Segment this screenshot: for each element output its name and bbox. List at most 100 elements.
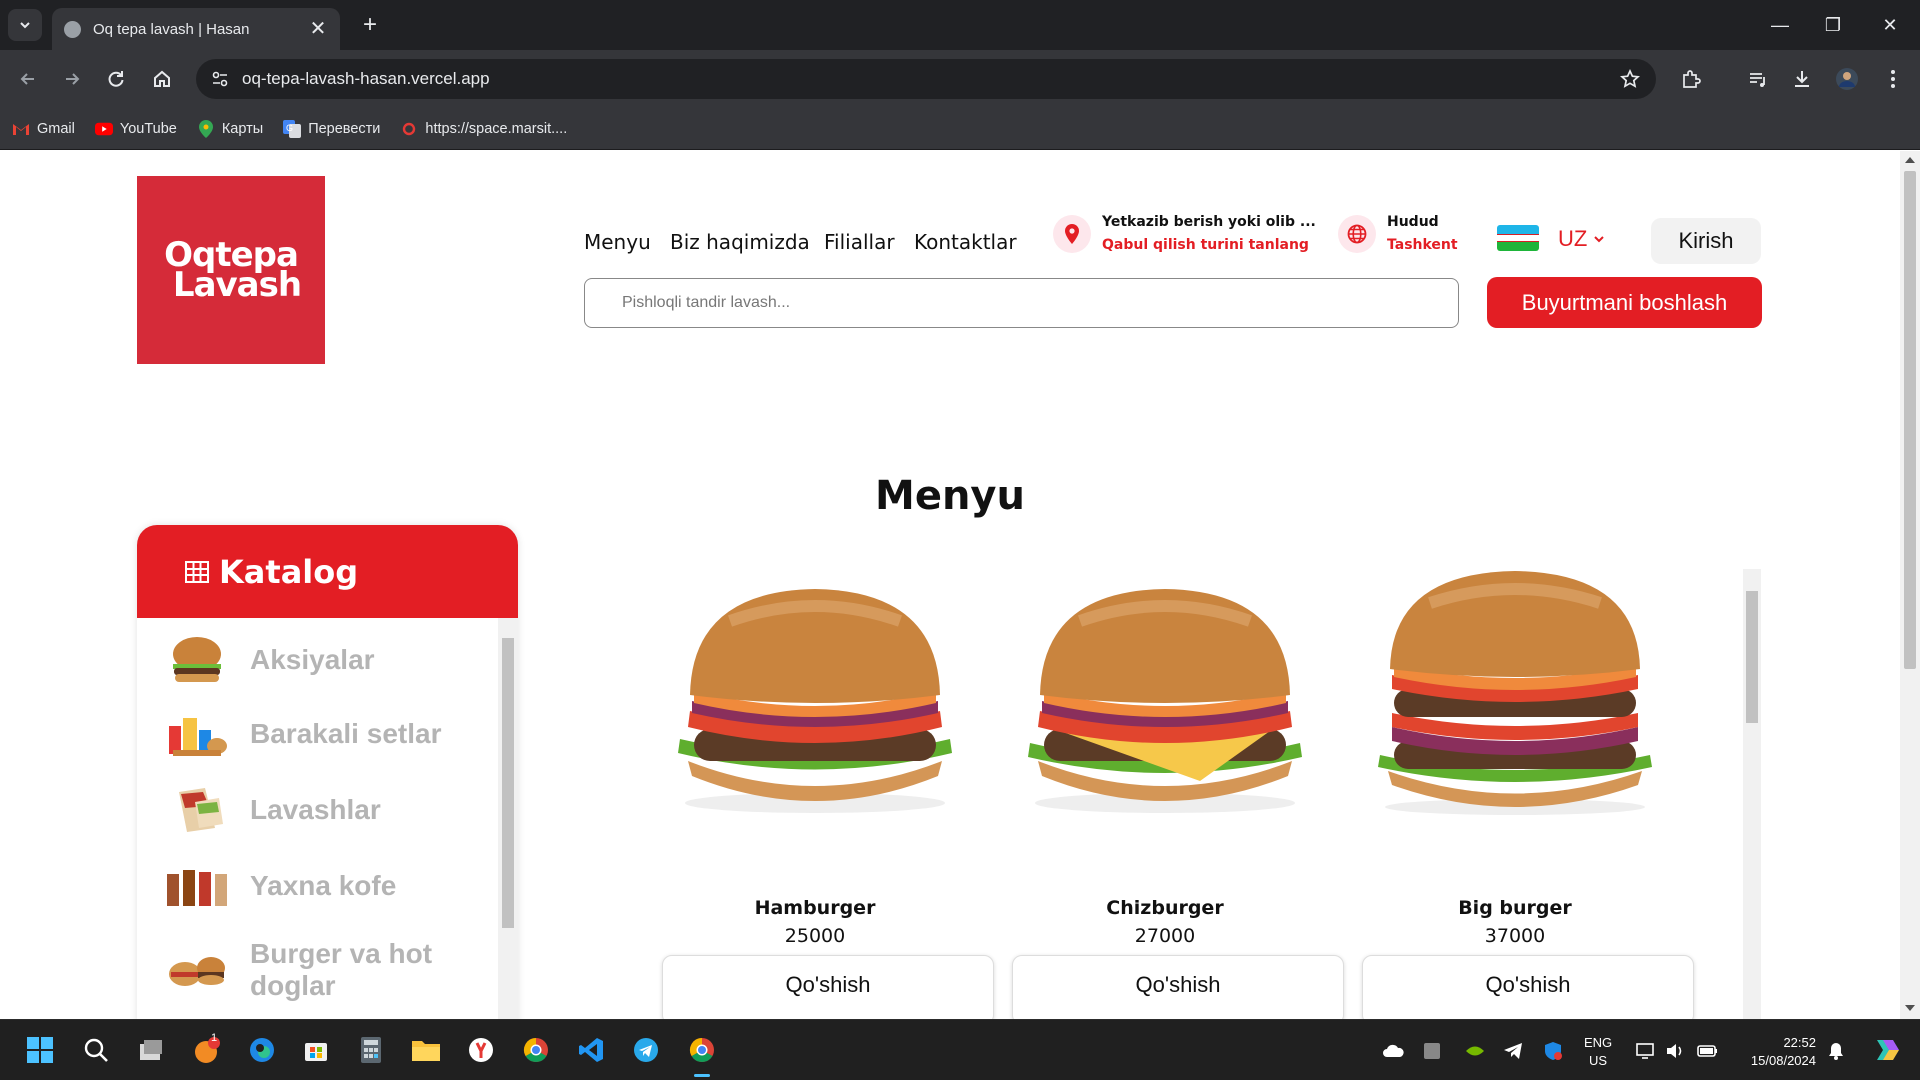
catalog-item-lavashlar[interactable]: Lavashlar <box>137 782 498 838</box>
chrome-button[interactable] <box>520 1034 552 1066</box>
catalog-item-aksiyalar[interactable]: Aksiyalar <box>137 632 498 688</box>
catalog-list: Aksiyalar Barakali setlar Lavashlar Yaxn… <box>137 618 498 1019</box>
address-bar[interactable]: oq-tepa-lavash-hasan.vercel.app <box>196 59 1656 99</box>
catalog-item-label: Burger va hot doglar <box>250 938 433 1001</box>
calculator-icon <box>361 1037 381 1063</box>
catalog-item-label: Aksiyalar <box>250 644 375 675</box>
browser-toolbar: oq-tepa-lavash-hasan.vercel.app <box>0 50 1920 108</box>
file-explorer-button[interactable] <box>410 1034 442 1066</box>
bookmark-marsit[interactable]: https://space.marsit.... <box>400 120 567 138</box>
onedrive-icon[interactable] <box>1382 1041 1404 1061</box>
browser-tab[interactable]: Oq tepa lavash | Hasan ✕ <box>52 8 340 50</box>
globe-icon <box>1338 214 1376 253</box>
page-scrollbar[interactable] <box>1900 151 1920 1019</box>
uzbekistan-flag-icon <box>1497 225 1539 251</box>
tab-search-button[interactable] <box>8 9 42 41</box>
store-icon <box>305 1043 327 1061</box>
bookmark-maps[interactable]: Карты <box>197 119 263 138</box>
back-button[interactable] <box>12 63 44 95</box>
input-language-indicator[interactable]: ENG US <box>1584 1034 1612 1070</box>
login-button[interactable]: Kirish <box>1651 218 1761 264</box>
catalog-item-barakali-setlar[interactable]: Barakali setlar <box>137 706 498 762</box>
system-clock[interactable]: 22:52 15/08/2024 <box>1736 1034 1816 1070</box>
product-scrollbar[interactable] <box>1743 569 1761 1019</box>
region-subtitle: Tashkent <box>1387 237 1458 253</box>
region-selector[interactable]: Hudud Tashkent <box>1338 214 1458 253</box>
product-price: 37000 <box>1484 925 1546 947</box>
nvidia-icon[interactable] <box>1464 1041 1486 1061</box>
catalog-item-yaxna-kofe[interactable]: Yaxna kofe <box>137 858 498 914</box>
profile-avatar-icon[interactable] <box>1833 65 1861 93</box>
minimize-button[interactable]: — <box>1760 12 1800 38</box>
logo-text-line2: Lavash <box>172 265 302 305</box>
yandex-button[interactable] <box>465 1034 497 1066</box>
store-button[interactable] <box>300 1034 332 1066</box>
catalog-scrollbar-thumb[interactable] <box>502 638 514 928</box>
download-icon[interactable] <box>1788 65 1816 93</box>
copilot-icon[interactable] <box>1870 1035 1902 1065</box>
add-to-cart-button[interactable]: Qo'shish <box>662 955 994 1019</box>
restore-button[interactable]: ❐ <box>1813 12 1853 38</box>
chevron-down-icon <box>1594 236 1605 243</box>
product-price: 27000 <box>1134 925 1196 947</box>
app-notifications-button[interactable]: 1 <box>191 1032 223 1066</box>
notification-bell-icon[interactable] <box>1825 1041 1847 1061</box>
delivery-selector[interactable]: Yetkazib berish yoki olib ... Qabul qili… <box>1053 214 1316 253</box>
product-scrollbar-thumb[interactable] <box>1746 591 1758 723</box>
nav-link-filiallar[interactable]: Filiallar <box>824 230 895 254</box>
close-tab-icon[interactable]: ✕ <box>308 19 328 39</box>
search-input[interactable]: Pishloqli tandir lavash... <box>584 278 1459 328</box>
tray-app-icon[interactable] <box>1421 1041 1443 1061</box>
new-tab-button[interactable]: + <box>356 12 384 40</box>
battery-icon[interactable] <box>1697 1041 1719 1061</box>
brand-logo[interactable]: Oqtepa Lavash <box>137 176 325 364</box>
home-button[interactable] <box>146 63 178 95</box>
media-control-icon[interactable] <box>1744 65 1772 93</box>
language-selector[interactable]: UZ <box>1558 226 1607 252</box>
youtube-icon <box>94 120 113 138</box>
bookmark-star-icon[interactable] <box>1618 67 1642 91</box>
volume-icon[interactable] <box>1664 1041 1686 1061</box>
network-icon[interactable] <box>1636 1041 1658 1061</box>
site-settings-icon[interactable] <box>210 69 230 89</box>
nav-link-menyu[interactable]: Menyu <box>584 230 651 254</box>
forward-button[interactable] <box>56 63 88 95</box>
catalog-scrollbar[interactable] <box>498 618 518 1019</box>
start-order-button[interactable]: Buyurtmani boshlash <box>1487 277 1762 328</box>
extensions-icon[interactable] <box>1677 65 1705 93</box>
start-button[interactable] <box>24 1034 56 1066</box>
security-shield-icon[interactable] <box>1542 1041 1564 1061</box>
product-card-hamburger: Hamburger 25000 Qo'shish <box>650 571 994 1019</box>
page-viewport: Oqtepa Lavash Menyu Biz haqimizda Filial… <box>0 151 1900 1019</box>
chevron-down-icon <box>20 22 30 29</box>
chrome-icon <box>523 1038 548 1063</box>
add-to-cart-button[interactable]: Qo'shish <box>1362 955 1694 1019</box>
location-pin-icon <box>1053 214 1091 253</box>
search-button[interactable] <box>80 1034 112 1066</box>
scroll-down-arrow-icon[interactable] <box>1905 1005 1915 1011</box>
bookmark-translate[interactable]: G Перевести <box>283 119 380 138</box>
iced-coffee-thumbnail-icon <box>167 870 227 906</box>
nav-link-biz-haqimizda[interactable]: Biz haqimizda <box>670 230 810 254</box>
scroll-up-arrow-icon[interactable] <box>1905 157 1915 163</box>
task-view-button[interactable] <box>135 1034 167 1066</box>
edge-button[interactable] <box>246 1034 278 1066</box>
bookmark-gmail[interactable]: Gmail <box>12 120 75 138</box>
close-window-button[interactable]: ✕ <box>1870 12 1910 38</box>
catalog-item-burger-va-hot-doglar[interactable]: Burger va hot doglar <box>137 934 498 1006</box>
clock-time: 22:52 <box>1783 1035 1816 1050</box>
telegram-button[interactable] <box>630 1034 662 1066</box>
calculator-button[interactable] <box>355 1034 387 1066</box>
chrome-menu-icon[interactable] <box>1879 65 1907 93</box>
vscode-button[interactable] <box>575 1034 607 1066</box>
bookmark-youtube[interactable]: YouTube <box>94 120 177 138</box>
telegram-tray-icon[interactable] <box>1502 1041 1524 1061</box>
chrome-active-button[interactable] <box>686 1034 718 1077</box>
add-to-cart-button[interactable]: Qo'shish <box>1012 955 1344 1019</box>
nav-link-kontaktlar[interactable]: Kontaktlar <box>914 230 1017 254</box>
gmail-icon <box>12 120 30 138</box>
reload-button[interactable] <box>100 63 132 95</box>
page-scrollbar-thumb[interactable] <box>1904 171 1916 669</box>
notification-badge: 1 <box>211 1032 218 1044</box>
marsit-icon <box>400 120 418 138</box>
